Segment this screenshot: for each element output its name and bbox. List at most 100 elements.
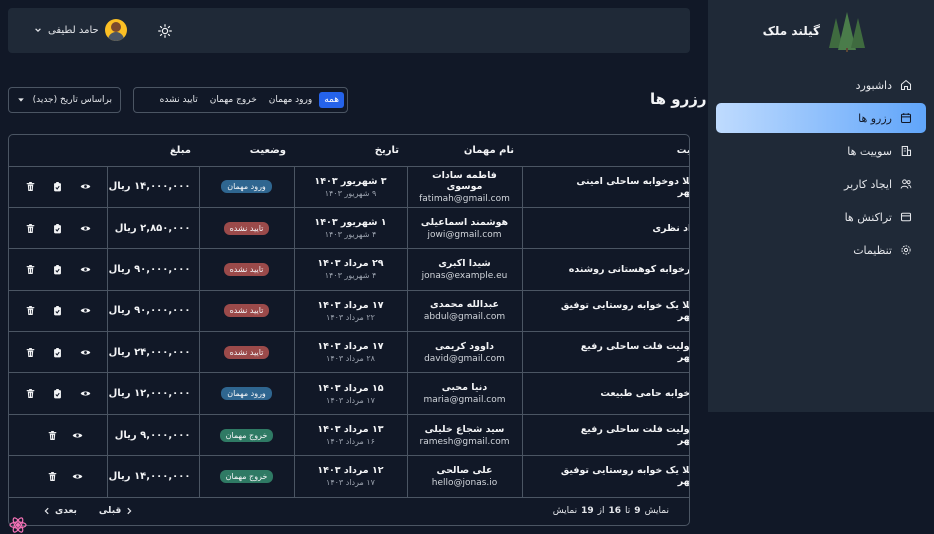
prev-page-button[interactable]: قبلی	[99, 506, 133, 516]
suite-name: اجاره سولیت فلت ساحلی رفیع رضوانشهر	[521, 414, 689, 457]
suite-name: ویلا بهزاد نظری	[521, 207, 689, 250]
eye-icon[interactable]	[80, 264, 91, 275]
row-actions	[17, 264, 99, 275]
sidebar-item-label: تنظیمات	[853, 243, 892, 257]
col-status: وضعیت	[199, 135, 294, 167]
trash-icon[interactable]	[47, 471, 58, 482]
sidebar-item-4[interactable]: ایجاد کاربر	[716, 169, 926, 199]
table-row[interactable]: ویلا یک خوابه حامی طبیعتدنیا محبیmaria@g…	[9, 372, 689, 415]
check-clipboard-icon[interactable]	[52, 264, 63, 275]
sidebar-item-1[interactable]: داشبورد	[716, 70, 926, 100]
actions-cell	[9, 166, 107, 208]
date-cell: ۱ شهریور ۱۴۰۳ ۴ شهریور ۱۴۰۳	[293, 207, 407, 250]
col-date: تاریخ	[294, 135, 407, 167]
actions-cell	[9, 331, 107, 374]
sidebar-item-label: داشبورد	[855, 78, 892, 92]
table-row[interactable]: اجاره سولیت فلت ساحلی رفیع رضوانشهر سید ش…	[9, 414, 689, 457]
table-row[interactable]: اجاره ویلا دوخوابه ساحلی امینی رضوانشهرف…	[9, 166, 689, 208]
sort-select[interactable]: براساس تاریخ (جدید)	[8, 87, 121, 113]
table-row[interactable]: ویلا بهزاد نظریهوشمند اسماعیلیjowi@gmail…	[9, 207, 689, 250]
actions-cell	[9, 414, 107, 457]
guest-cell: علی صالحی hello@jonas.io	[406, 455, 522, 498]
trash-icon[interactable]	[25, 388, 36, 399]
status-cell: تایید نشده	[198, 248, 294, 291]
sun-icon[interactable]	[158, 24, 172, 38]
eye-icon[interactable]	[80, 223, 91, 234]
table-row[interactable]: اجاره ویلا یک خوابه روستایی توفیق رضوانش…	[9, 455, 689, 498]
sidebar-item-label: سوییت ها	[847, 144, 892, 158]
amount-cell: ۲,۸۵۰,۰۰۰ ریال	[106, 207, 199, 250]
sidebar-item-2[interactable]: رزرو ها	[716, 103, 926, 133]
eye-icon[interactable]	[80, 305, 91, 316]
reservation-date-secondary: ۱۷ مرداد ۱۴۰۳	[326, 395, 375, 405]
brand[interactable]: گیلند ملک	[763, 10, 868, 52]
reservation-date: ۲۹ مرداد ۱۴۰۳	[317, 258, 384, 270]
sidebar-item-3[interactable]: سوییت ها	[716, 136, 926, 166]
table-row[interactable]: اجاره سولیت فلت ساحلی رفیع رضوانشهرداوود…	[9, 331, 689, 374]
eye-icon[interactable]	[80, 347, 91, 358]
filter-button-3[interactable]: خروج مهمان	[205, 92, 262, 108]
check-clipboard-icon[interactable]	[52, 181, 63, 192]
actions-cell	[9, 248, 107, 291]
guest-name: سید شجاع خلیلی	[424, 423, 505, 435]
reservation-date: ۱۳ مرداد ۱۴۰۳	[317, 424, 384, 436]
eye-icon[interactable]	[72, 430, 83, 441]
guest-cell: دنیا محبی maria@gmail.com	[406, 372, 522, 415]
row-actions	[17, 388, 99, 399]
status-badge: ورود مهمان	[221, 387, 272, 401]
check-clipboard-icon[interactable]	[52, 223, 63, 234]
status-badge: خروج مهمان	[219, 428, 274, 442]
table-row[interactable]: ویلا چهارخوابه کوهستانی روشندهشیدا اکبری…	[9, 248, 689, 291]
guest-email: abdul@gmail.com	[423, 312, 506, 323]
trash-icon[interactable]	[25, 223, 36, 234]
eye-icon[interactable]	[80, 181, 91, 192]
filter-button-1[interactable]: همه	[319, 92, 344, 108]
reservation-date-secondary: ۴ شهریور ۱۴۰۳	[324, 230, 377, 240]
pagination: بعدی قبلی نمایش 9 تا 16 از 19 نمایش	[9, 496, 689, 525]
amount: ۲۴,۰۰۰,۰۰۰ ریال	[108, 346, 191, 358]
trash-icon[interactable]	[25, 347, 36, 358]
amount-cell: ۱۴,۰۰۰,۰۰۰ ریال	[106, 455, 199, 498]
sidebar: گیلند ملک داشبورد رزرو ها سوییت ها ایجاد کا…	[708, 0, 934, 412]
user-name: حامد لطیفی	[48, 24, 99, 36]
eye-icon[interactable]	[72, 471, 83, 482]
status-cell: تایید نشده	[198, 331, 294, 374]
table-row[interactable]: اجاره ویلا یک خوابه روستایی توفیق رضوانش…	[9, 290, 689, 333]
row-actions	[17, 223, 99, 234]
trash-icon[interactable]	[25, 305, 36, 316]
trash-icon[interactable]	[47, 430, 58, 441]
date-cell: ۲۹ مرداد ۱۴۰۳ ۴ شهریور ۱۴۰۳	[293, 248, 407, 291]
caret-down-icon	[18, 98, 24, 102]
chevron-right-icon	[127, 507, 132, 514]
user-menu[interactable]: حامد لطیفی	[34, 19, 127, 41]
guest-name: هوشمند اسماعیلی	[420, 216, 509, 228]
trash-icon[interactable]	[25, 181, 36, 192]
sidebar-item-5[interactable]: تراکنش ها	[716, 202, 926, 232]
guest-name: شیدا اکبری	[438, 257, 491, 269]
status-cell: ورود مهمان	[198, 372, 294, 415]
filter-button-2[interactable]: ورود مهمان	[264, 92, 317, 108]
amount: ۹۰,۰۰۰,۰۰۰ ریال	[108, 305, 191, 317]
amount: ۱۴,۰۰۰,۰۰۰ ریال	[108, 181, 191, 193]
date-cell: ۱۲ مرداد ۱۴۰۳ ۱۷ مرداد ۱۴۰۳	[293, 455, 407, 498]
react-devtools-icon[interactable]	[8, 516, 28, 534]
check-clipboard-icon[interactable]	[52, 388, 63, 399]
status-badge: خروج مهمان	[219, 469, 274, 483]
pagination-to: 16	[608, 505, 622, 516]
trash-icon[interactable]	[25, 264, 36, 275]
amount-cell: ۹,۰۰۰,۰۰۰ ریال	[106, 414, 199, 457]
amount-cell: ۱۴,۰۰۰,۰۰۰ ریال	[106, 166, 199, 208]
amount-cell: ۱۲,۰۰۰,۰۰۰ ریال	[106, 372, 199, 415]
next-page-button[interactable]: بعدی	[43, 506, 77, 516]
reservation-date: ۱۷ مرداد ۱۴۰۳	[317, 341, 384, 353]
check-clipboard-icon[interactable]	[52, 347, 63, 358]
filter-button-4[interactable]: تایید نشده	[155, 92, 203, 108]
reservation-date: ۱۵ مرداد ۱۴۰۳	[317, 382, 384, 394]
status-badge: ورود مهمان	[221, 180, 272, 194]
wallet-icon	[900, 212, 912, 222]
sidebar-item-label: تراکنش ها	[844, 210, 892, 224]
row-actions	[17, 181, 99, 192]
sidebar-item-6[interactable]: تنظیمات	[716, 235, 926, 265]
eye-icon[interactable]	[80, 388, 91, 399]
check-clipboard-icon[interactable]	[52, 305, 63, 316]
